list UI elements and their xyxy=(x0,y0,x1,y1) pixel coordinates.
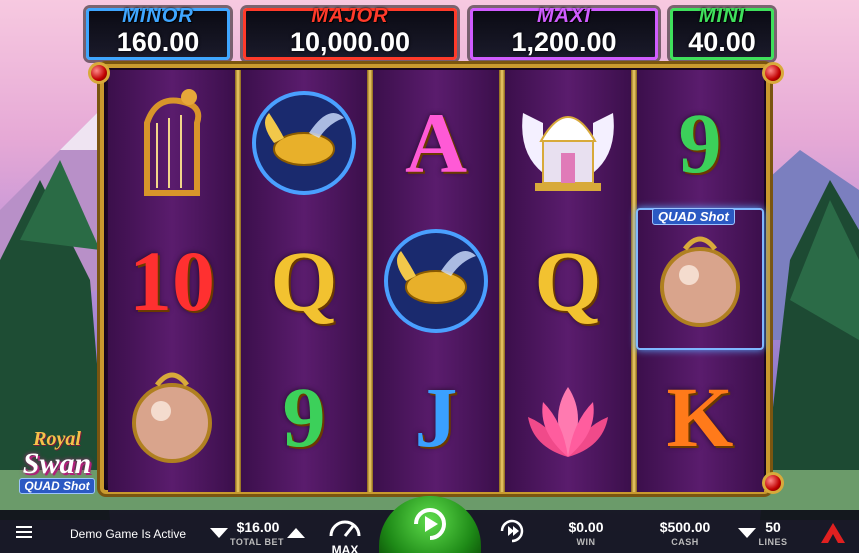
symbol-text: 10 xyxy=(129,233,215,329)
jackpot-minor: MINOR 160.00 xyxy=(86,5,230,60)
jackpot-maxi: MAXI 1,200.00 xyxy=(470,5,658,60)
quad-shot-highlight: QUAD Shot xyxy=(636,208,764,350)
total-bet-label: TOTAL BET xyxy=(230,537,284,547)
reel-divider xyxy=(235,70,241,492)
menu-icon[interactable] xyxy=(16,526,32,538)
symbol-q: Q xyxy=(508,216,628,346)
symbol-text: 9 xyxy=(678,95,722,191)
frame-gem-icon xyxy=(762,62,784,84)
reel-divider xyxy=(367,70,373,492)
symbol-9: 9 xyxy=(640,78,760,208)
symbol-text: A xyxy=(404,95,468,191)
symbol-a: A xyxy=(376,78,496,208)
bet-increase-button[interactable] xyxy=(287,528,305,538)
autoplay-icon xyxy=(500,519,524,543)
koi-fish-icon xyxy=(244,78,364,208)
symbol-text: K xyxy=(666,369,734,465)
jackpot-label: MINOR xyxy=(122,5,194,27)
win-value: $0.00 xyxy=(568,519,604,535)
demo-status: Demo Game Is Active xyxy=(70,527,187,541)
jackpot-value: 40.00 xyxy=(688,27,756,57)
quad-shot-badge: QUAD Shot xyxy=(652,208,735,225)
jackpot-label: MINI xyxy=(698,5,746,27)
jackpot-mini: MINI 40.00 xyxy=(670,5,774,60)
brand-logo-icon xyxy=(821,523,845,543)
game-logo: Royal Swan QUAD Shot xyxy=(2,428,112,508)
pearl-icon xyxy=(112,352,232,482)
jackpot-value: 1,200.00 xyxy=(511,27,617,57)
lotus-icon xyxy=(508,352,628,482)
symbol-k: K xyxy=(640,352,760,482)
jackpot-value: 160.00 xyxy=(116,27,200,57)
lines-value: 50 xyxy=(765,519,781,535)
symbol-text: Q xyxy=(270,233,338,329)
cash-value: $500.00 xyxy=(659,519,711,535)
win-label: WIN xyxy=(576,537,596,547)
frame-gem-icon xyxy=(762,472,784,494)
autoplay-button[interactable] xyxy=(496,515,528,547)
symbol-j: J xyxy=(376,352,496,482)
jackpot-label: MAXI xyxy=(537,5,591,27)
reel-frame: 10 Q 9 A J Q 9 K QUAD Shot xyxy=(100,64,770,494)
max-label: MAX xyxy=(331,543,359,553)
logo-line-2: Swan xyxy=(22,447,92,480)
total-bet-value: $16.00 xyxy=(236,519,280,535)
game-scene: MINOR 160.00 MAJOR 10,000.00 MAXI 1,200.00 MIN… xyxy=(0,0,859,553)
symbol-text: Q xyxy=(534,233,602,329)
jackpot-value: 10,000.00 xyxy=(289,27,411,57)
symbol-9: 9 xyxy=(244,352,364,482)
symbol-text: 9 xyxy=(282,369,326,465)
cash-label: CASH xyxy=(671,537,699,547)
reel-divider xyxy=(499,70,505,492)
symbol-10: 10 xyxy=(112,216,232,346)
frame-gem-icon xyxy=(88,62,110,84)
max-bet-button[interactable]: MAX xyxy=(326,512,364,553)
swan-harp-icon xyxy=(112,78,232,208)
gauge-icon xyxy=(329,520,361,537)
symbol-q: Q xyxy=(244,216,364,346)
logo-line-3: QUAD Shot xyxy=(19,478,95,494)
winged-temple-icon xyxy=(508,78,628,208)
jackpot-label: MAJOR xyxy=(311,5,389,27)
spin-icon xyxy=(414,508,446,540)
lines-label: LINES xyxy=(758,537,788,547)
jackpot-major: MAJOR 10,000.00 xyxy=(243,5,457,60)
symbol-text: J xyxy=(414,369,458,465)
koi-fish-icon xyxy=(376,216,496,346)
